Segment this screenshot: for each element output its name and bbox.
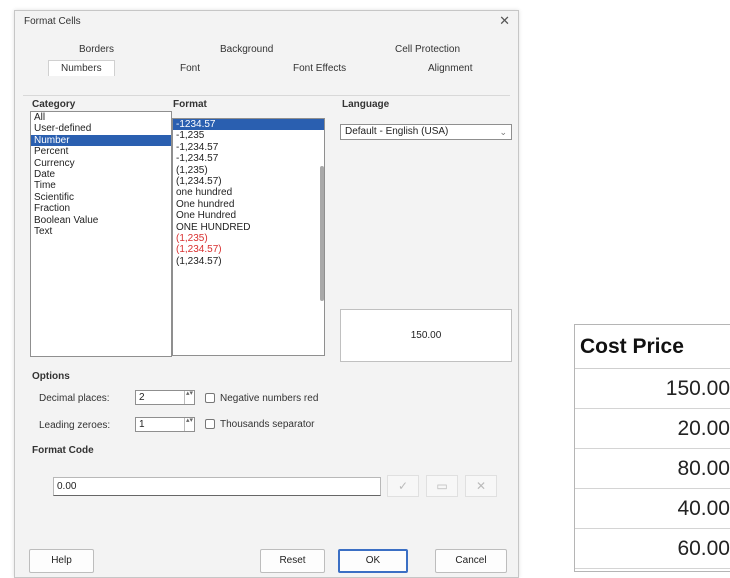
- spin-arrows-icon[interactable]: ▴▾: [184, 417, 194, 431]
- table-cell[interactable]: 40.00: [575, 489, 730, 529]
- close-icon[interactable]: ✕: [499, 13, 510, 29]
- category-item[interactable]: Currency: [31, 158, 171, 169]
- format-item[interactable]: -1234.57: [173, 119, 324, 131]
- column-header-cost-price[interactable]: Cost Price: [575, 325, 730, 369]
- category-item[interactable]: User-defined: [31, 123, 171, 134]
- dialog-titlebar: Format Cells ✕: [15, 11, 518, 33]
- delete-icon[interactable]: ✕: [465, 475, 497, 497]
- leading-zeroes-label: Leading zeroes:: [39, 420, 111, 431]
- format-item[interactable]: ONE HUNDRED: [173, 222, 324, 233]
- dialog-title: Format Cells: [24, 16, 81, 27]
- category-item[interactable]: Percent: [31, 146, 171, 157]
- format-item[interactable]: (1,234.57): [173, 244, 324, 255]
- chevron-down-icon[interactable]: ⌄: [499, 125, 507, 139]
- category-item[interactable]: Time: [31, 180, 171, 191]
- tab-alignment[interactable]: Alignment: [428, 63, 472, 74]
- language-value: Default - English (USA): [345, 126, 449, 137]
- category-item[interactable]: All: [31, 112, 171, 123]
- format-item[interactable]: -1,234.57: [173, 153, 324, 164]
- tab-font[interactable]: Font: [180, 63, 200, 74]
- category-label: Category: [32, 99, 76, 110]
- decimal-places-label: Decimal places:: [39, 393, 110, 404]
- spin-arrows-icon[interactable]: ▴▾: [184, 390, 194, 404]
- decimal-places-stepper[interactable]: 2 ▴▾: [135, 390, 195, 405]
- negative-red-label: Negative numbers red: [220, 393, 319, 404]
- table-cell[interactable]: 150.00: [575, 369, 730, 409]
- format-code-label: Format Code: [32, 445, 94, 456]
- category-item[interactable]: Fraction: [31, 203, 171, 214]
- thousands-separator-label: Thousands separator: [220, 419, 315, 430]
- format-code-input[interactable]: 0.00: [53, 477, 381, 496]
- category-listbox[interactable]: All User-defined Number Percent Currency Date…: [30, 111, 172, 357]
- category-item[interactable]: Boolean Value: [31, 215, 171, 226]
- decimal-places-value: 2: [139, 392, 145, 403]
- format-cells-dialog: Format Cells ✕ Borders Background Cell P…: [14, 10, 519, 578]
- format-item[interactable]: One Hundred: [173, 210, 324, 221]
- table-cell[interactable]: 60.00: [575, 529, 730, 569]
- category-item[interactable]: Scientific: [31, 192, 171, 203]
- table-cell[interactable]: 20.00: [575, 409, 730, 449]
- tab-background[interactable]: Background: [220, 44, 273, 55]
- check-icon[interactable]: ✓: [387, 475, 419, 497]
- category-item[interactable]: Text: [31, 226, 171, 237]
- help-button[interactable]: Help: [29, 549, 94, 573]
- format-item[interactable]: -1,235: [173, 130, 324, 141]
- tab-borders[interactable]: Borders: [79, 44, 114, 55]
- language-select[interactable]: Default - English (USA) ⌄: [340, 124, 512, 140]
- reset-button[interactable]: Reset: [260, 549, 325, 573]
- tab-numbers[interactable]: Numbers: [48, 60, 115, 76]
- table-cell[interactable]: 80.00: [575, 449, 730, 489]
- format-item[interactable]: One hundred: [173, 199, 324, 210]
- negative-red-checkbox[interactable]: [205, 393, 215, 403]
- format-label: Format: [173, 99, 207, 110]
- spreadsheet-column: Cost Price 150.00 20.00 80.00 40.00 60.0…: [574, 324, 730, 572]
- format-item[interactable]: (1,234.57): [173, 176, 324, 187]
- tab-font-effects[interactable]: Font Effects: [293, 63, 346, 74]
- format-item[interactable]: (1,235): [173, 165, 324, 176]
- ok-button[interactable]: OK: [338, 549, 408, 573]
- format-item[interactable]: one hundred: [173, 187, 324, 198]
- category-item[interactable]: Number: [31, 134, 171, 147]
- format-item[interactable]: (1,235): [173, 233, 324, 244]
- format-item[interactable]: (1,234.57): [173, 256, 324, 267]
- options-label: Options: [32, 371, 70, 382]
- category-item[interactable]: Date: [31, 169, 171, 180]
- format-preview: 150.00: [340, 309, 512, 362]
- cancel-button[interactable]: Cancel: [435, 549, 507, 573]
- leading-zeroes-value: 1: [139, 419, 145, 430]
- comment-icon[interactable]: ▭: [426, 475, 458, 497]
- format-listbox[interactable]: -1234.57 -1,235 -1,234.57 -1,234.57 (1,235)(…: [172, 118, 325, 356]
- language-label: Language: [342, 99, 390, 110]
- leading-zeroes-stepper[interactable]: 1 ▴▾: [135, 417, 195, 432]
- format-item[interactable]: -1,234.57: [173, 142, 324, 153]
- tab-cell-protection[interactable]: Cell Protection: [395, 44, 460, 55]
- format-scrollbar-thumb[interactable]: [320, 166, 324, 301]
- thousands-separator-checkbox[interactable]: [205, 419, 215, 429]
